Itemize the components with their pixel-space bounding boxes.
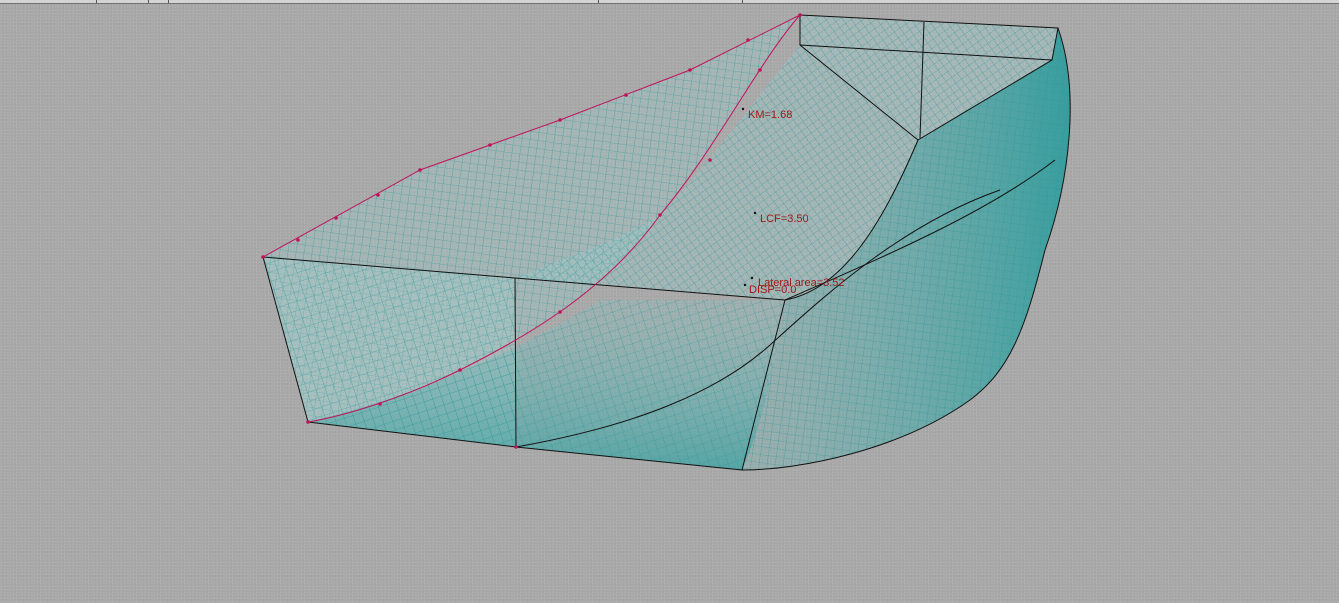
3d-viewport[interactable]: KM=1.68 LCF=3.50 Lateral area=3.52 DISP=… xyxy=(0,0,1339,603)
lcf-label: LCF=3.50 xyxy=(760,213,809,225)
hull-model[interactable]: KM=1.68 LCF=3.50 Lateral area=3.52 DISP=… xyxy=(0,0,1339,603)
displacement-label: DISP=0.0 xyxy=(749,284,796,296)
km-label: KM=1.68 xyxy=(748,109,792,121)
